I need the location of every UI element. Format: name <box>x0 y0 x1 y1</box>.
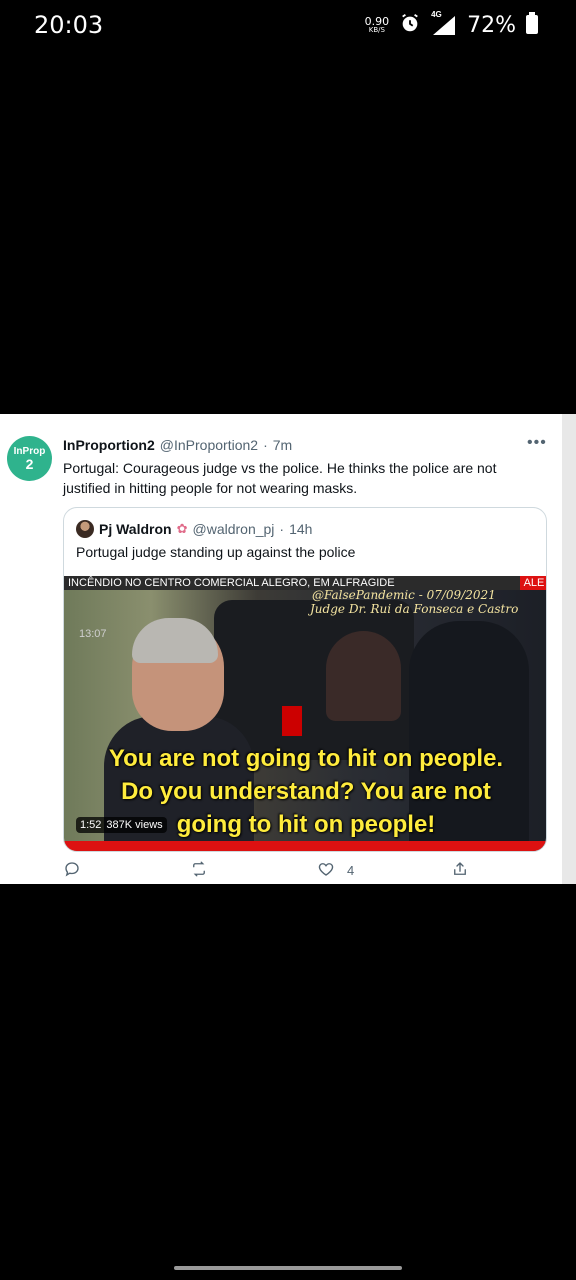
card-edge <box>562 414 576 884</box>
scene-microphone <box>282 706 302 736</box>
video-views: 387K views <box>106 819 163 831</box>
avatar-text-line1: InProp <box>13 445 46 457</box>
avatar-text-line2: 2 <box>25 455 34 472</box>
heart-icon <box>317 860 335 881</box>
video-duration: 1:52 <box>80 819 102 831</box>
tweet-actions: 4 <box>63 860 483 882</box>
quote-timestamp: 14h <box>289 521 313 537</box>
network-type: 4G <box>431 10 442 19</box>
status-icons: 0.90 KB/S 4G 72% <box>365 10 538 39</box>
home-indicator[interactable] <box>174 1266 402 1270</box>
reply-icon <box>63 860 81 881</box>
status-bar: 20:03 0.90 KB/S 4G 72% <box>0 0 576 50</box>
share-button[interactable] <box>451 860 469 881</box>
signal-icon: 4G <box>431 10 457 36</box>
like-button[interactable]: 4 <box>317 860 354 881</box>
video-watermark: @FalsePandemic - 07/09/2021 <box>312 588 496 602</box>
video-clock: 13:07 <box>79 628 107 640</box>
author-name[interactable]: InProportion2 <box>63 437 155 453</box>
network-speed: 0.90 KB/S <box>365 16 390 34</box>
share-icon <box>451 860 469 881</box>
retweet-button[interactable] <box>190 860 208 881</box>
avatar[interactable]: InProp 2 <box>7 436 52 481</box>
news-bottom-band <box>64 841 546 851</box>
retweet-icon <box>190 860 208 881</box>
scene-officer <box>326 631 401 721</box>
alarm-icon <box>399 12 421 39</box>
separator: · <box>263 437 268 453</box>
battery-icon <box>526 11 538 39</box>
tweet-card[interactable]: InProp 2 InProportion2 @InProportion2 · … <box>0 414 576 884</box>
quote-text: Portugal judge standing up against the p… <box>76 544 356 560</box>
video-caption: Judge Dr. Rui da Fonseca e Castro <box>310 602 519 616</box>
quote-author-name: Pj Waldron <box>99 521 172 537</box>
quote-header: Pj Waldron ✿ @waldron_pj · 14h <box>76 520 312 538</box>
reply-button[interactable] <box>63 860 81 881</box>
separator: · <box>279 521 285 537</box>
video-duration-badge: 1:52 387K views <box>76 817 167 833</box>
scene-person-hair <box>132 618 218 663</box>
tweet-text: Portugal: Courageous judge vs the police… <box>63 460 497 496</box>
flower-icon: ✿ <box>176 521 188 536</box>
news-ticker-tag: ALE <box>520 576 546 590</box>
tweet-header: InProportion2 @InProportion2 · 7m <box>63 437 292 453</box>
tweet-timestamp[interactable]: 7m <box>273 437 292 453</box>
like-count: 4 <box>347 863 355 878</box>
quote-avatar[interactable] <box>76 520 94 538</box>
quote-author-handle: @waldron_pj <box>192 521 275 537</box>
subtitle-line: You are not going to hit on people. <box>108 745 504 772</box>
subtitle-line: Do you understand? You are not <box>121 778 491 805</box>
video-player[interactable]: INCÊNDIO NO CENTRO COMERCIAL ALEGRO, EM … <box>64 576 546 851</box>
author-handle[interactable]: @InProportion2 <box>160 437 258 453</box>
status-time: 20:03 <box>34 11 104 39</box>
more-options-icon[interactable]: ••• <box>527 434 547 452</box>
network-speed-unit: KB/S <box>368 26 385 34</box>
battery-percent: 72% <box>467 12 516 38</box>
quote-tweet[interactable]: Pj Waldron ✿ @waldron_pj · 14h Portugal … <box>63 507 547 852</box>
